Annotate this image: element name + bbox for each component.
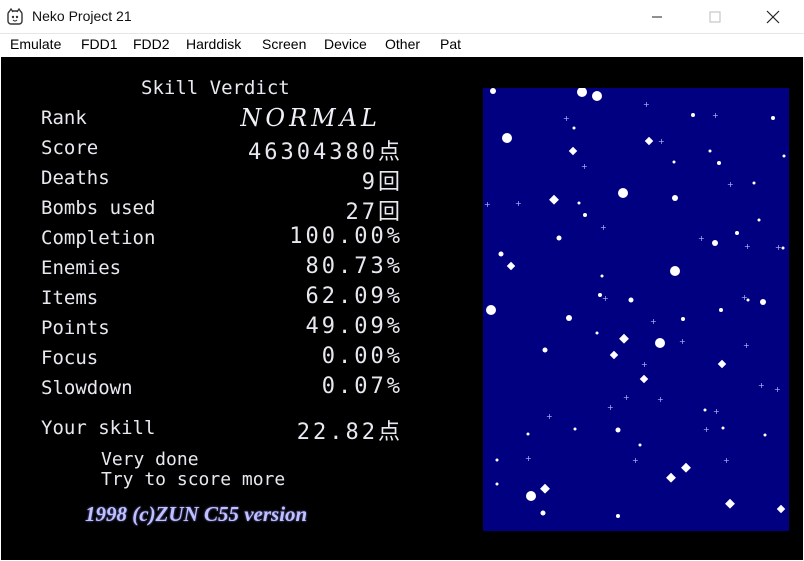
- score-label: Score: [41, 137, 99, 159]
- app-icon: [7, 8, 23, 25]
- svg-text:+: +: [679, 337, 686, 346]
- maximize-button[interactable]: [686, 0, 744, 33]
- svg-text:+: +: [563, 114, 570, 123]
- menu-harddisk[interactable]: Harddisk: [186, 36, 241, 52]
- svg-text:+: +: [632, 456, 639, 465]
- copyright-credit: 1998 (c)ZUN C55 version: [85, 502, 308, 526]
- svg-text:+: +: [744, 242, 751, 251]
- completion-value: 100.00%: [289, 224, 403, 249]
- svg-text:+: +: [602, 294, 609, 303]
- minimize-button[interactable]: [628, 0, 686, 33]
- svg-text:+: +: [703, 425, 710, 434]
- svg-text:+: +: [713, 407, 720, 416]
- slowdown-value: 0.07%: [321, 374, 403, 399]
- svg-text:+: +: [741, 293, 748, 302]
- score-value: 46304380点: [248, 140, 403, 165]
- bombs-label: Bombs used: [41, 197, 156, 219]
- skill-value: 22.82点: [296, 420, 403, 445]
- close-button[interactable]: [744, 0, 802, 33]
- bombs-value: 27回: [345, 200, 403, 225]
- enemies-value: 80.73%: [305, 254, 403, 279]
- points-value: 49.09%: [305, 314, 403, 339]
- verdict-heading: Skill Verdict: [141, 77, 290, 99]
- menu-fdd1[interactable]: FDD1: [81, 36, 118, 52]
- menu-bar: Emulate FDD1 FDD2 Harddisk Screen Device…: [0, 34, 804, 56]
- slowdown-label: Slowdown: [41, 377, 133, 399]
- svg-text:+: +: [723, 456, 730, 465]
- comment-line-2: Try to score more: [101, 469, 286, 490]
- svg-text:+: +: [698, 234, 705, 243]
- svg-text:+: +: [743, 341, 750, 350]
- svg-text:+: +: [623, 393, 630, 402]
- window-title: Neko Project 21: [32, 8, 132, 24]
- menu-fdd2[interactable]: FDD2: [133, 36, 170, 52]
- enemies-label: Enemies: [41, 257, 122, 279]
- svg-text:+: +: [641, 360, 648, 369]
- svg-text:+: +: [650, 317, 657, 326]
- svg-text:+: +: [657, 395, 664, 404]
- comment-line-1: Very done: [101, 449, 199, 470]
- svg-text:+: +: [607, 403, 614, 412]
- title-bar: Neko Project 21: [0, 0, 804, 34]
- menu-device[interactable]: Device: [324, 36, 367, 52]
- points-label: Points: [41, 317, 110, 339]
- completion-label: Completion: [41, 227, 156, 249]
- items-value: 62.09%: [305, 284, 403, 309]
- menu-other[interactable]: Other: [385, 36, 420, 52]
- skill-label: Your skill: [41, 417, 156, 439]
- svg-text:+: +: [758, 381, 765, 390]
- menu-pat[interactable]: Pat: [440, 36, 461, 52]
- rank-label: Rank: [41, 107, 87, 129]
- svg-text:+: +: [775, 243, 782, 252]
- rank-value: NORMAL: [240, 104, 381, 132]
- svg-text:+: +: [774, 385, 781, 394]
- focus-label: Focus: [41, 347, 99, 369]
- svg-text:+: +: [600, 223, 607, 232]
- svg-text:+: +: [727, 180, 734, 189]
- svg-text:+: +: [712, 111, 719, 120]
- deaths-value: 9回: [361, 170, 403, 195]
- svg-text:+: +: [658, 137, 665, 146]
- emulator-screen[interactable]: Skill Verdict Rank NORMAL Score 46304380…: [1, 57, 803, 560]
- svg-text:+: +: [525, 454, 532, 463]
- svg-text:+: +: [581, 162, 588, 171]
- svg-text:+: +: [515, 199, 522, 208]
- deaths-label: Deaths: [41, 167, 110, 189]
- starfield-panel: +++ +++ + ++ +++ +++ +++ +++ +++ +++ ++: [483, 88, 789, 531]
- menu-emulate[interactable]: Emulate: [10, 36, 61, 52]
- svg-text:+: +: [546, 412, 553, 421]
- svg-text:+: +: [484, 200, 491, 209]
- focus-value: 0.00%: [321, 344, 403, 369]
- maximize-icon: [709, 11, 721, 22]
- minimize-icon: [652, 16, 662, 17]
- close-icon: [766, 10, 780, 23]
- svg-text:+: +: [643, 100, 650, 109]
- items-label: Items: [41, 287, 99, 309]
- menu-screen[interactable]: Screen: [262, 36, 306, 52]
